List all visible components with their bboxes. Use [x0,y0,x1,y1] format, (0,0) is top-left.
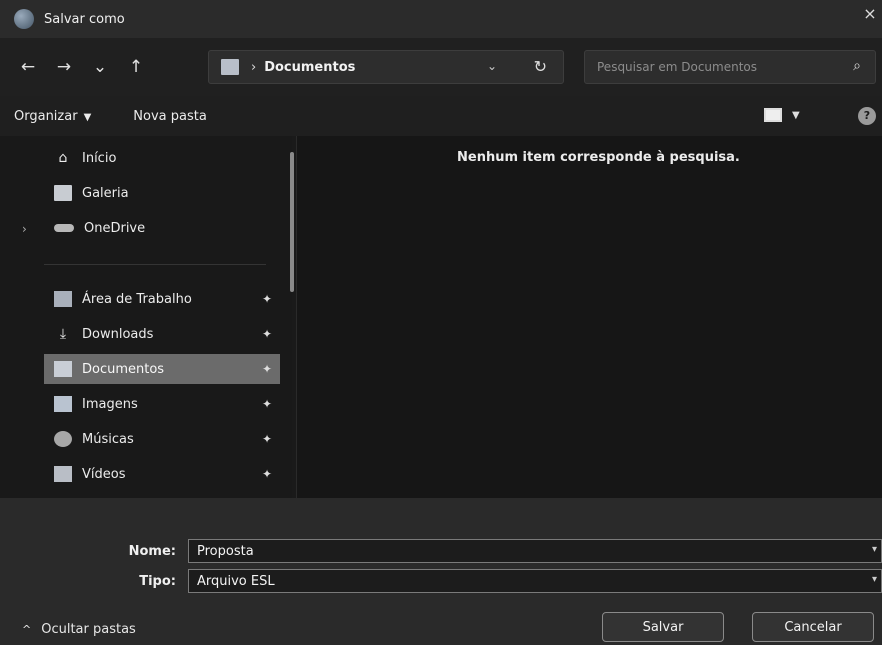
save-as-dialog: Salvar como × ← → ⌄ ↑ › Documentos ⌄ ↻ ⌕… [0,0,882,645]
video-icon [54,466,72,482]
chevron-down-icon: ▼ [792,109,800,121]
file-type-row: Tipo: Arquivo ESL ▾ [0,568,882,594]
sidebar-item-label: Área de Trabalho [82,291,192,307]
file-name-label: Nome: [128,543,176,559]
cloud-icon [54,224,74,232]
gallery-icon [54,185,72,201]
sidebar-item-label: Imagens [82,396,138,412]
sidebar-item-downloads[interactable]: ⤓ Downloads ✦ [44,319,280,349]
pin-icon[interactable]: ✦ [262,397,272,411]
desktop-icon [54,291,72,307]
chevron-down-icon[interactable]: ⌄ [487,59,497,73]
sidebar-item-home[interactable]: ⌂ Início [44,143,280,173]
organize-label: Organizar [14,108,78,124]
empty-state-message: Nenhum item corresponde à pesquisa. [457,150,740,165]
search-input[interactable] [597,60,833,74]
organize-button[interactable]: Organizar ▼ [0,109,105,124]
save-button[interactable]: Salvar [602,612,724,642]
navigation-bar: ← → ⌄ ↑ › Documentos ⌄ ↻ ⌕ [0,38,882,96]
sidebar-separator [44,264,266,265]
back-icon[interactable]: ← [10,50,46,84]
view-options-button[interactable]: ▼ [764,108,800,122]
breadcrumb-documents[interactable]: Documentos [264,60,355,75]
recent-locations-icon[interactable]: ⌄ [82,50,118,84]
folder-icon [221,59,239,75]
sidebar-item-label: Vídeos [82,466,126,482]
expand-onedrive-icon[interactable]: › [22,222,27,236]
sidebar-item-videos[interactable]: Vídeos ✦ [44,459,280,489]
sidebar-item-desktop[interactable]: Área de Trabalho ✦ [44,284,280,314]
sidebar-item-onedrive[interactable]: OneDrive [44,213,280,243]
download-icon: ⤓ [59,326,67,342]
app-icon [14,9,34,29]
pin-icon[interactable]: ✦ [262,432,272,446]
file-list[interactable]: Nenhum item corresponde à pesquisa. [297,136,882,498]
new-folder-button[interactable]: Nova pasta [119,109,221,124]
save-options-panel: Nome: ▾ Tipo: Arquivo ESL ▾ ^ Ocultar pa… [0,498,882,645]
forward-icon[interactable]: → [46,50,82,84]
help-icon[interactable]: ? [858,107,876,125]
documents-icon [54,361,72,377]
file-type-select[interactable]: Arquivo ESL ▾ [188,569,882,593]
file-name-input[interactable] [197,543,837,559]
pin-icon[interactable]: ✦ [262,292,272,306]
pin-icon[interactable]: ✦ [262,327,272,341]
file-type-label: Tipo: [139,573,176,589]
pin-icon[interactable]: ✦ [262,362,272,376]
sidebar-item-label: Documentos [82,361,165,377]
sidebar-item-label: Galeria [82,185,129,201]
file-name-combobox[interactable]: ▾ [188,539,882,563]
sidebar-item-gallery[interactable]: Galeria [44,178,280,208]
sidebar-item-images[interactable]: Imagens ✦ [44,389,280,419]
search-box[interactable]: ⌕ [584,50,876,84]
chevron-down-icon[interactable]: ▾ [872,544,877,555]
sidebar-item-label: Início [82,150,117,166]
cancel-button[interactable]: Cancelar [752,612,874,642]
address-bar[interactable]: › Documentos ⌄ ↻ [208,50,564,84]
sidebar-item-documents[interactable]: Documentos ✦ [44,354,280,384]
title-bar: Salvar como × [0,0,882,38]
view-icon [764,108,782,122]
home-icon: ⌂ [58,150,68,166]
window-title: Salvar como [44,11,125,27]
sidebar-item-label: OneDrive [84,220,146,236]
hide-folders-label: Ocultar pastas [41,622,136,637]
up-icon[interactable]: ↑ [118,50,154,84]
chevron-down-icon: ▼ [83,111,92,123]
sidebar-item-label: Músicas [82,431,134,447]
music-icon [54,431,72,447]
chevron-down-icon[interactable]: ▾ [872,574,877,585]
file-name-row: Nome: ▾ [0,538,882,564]
sidebar-item-music[interactable]: Músicas ✦ [44,424,280,454]
sidebar-item-label: Downloads [82,326,154,342]
breadcrumb-separator-icon: › [251,59,257,75]
command-bar: Organizar ▼ Nova pasta ▼ ? [0,96,882,136]
pin-icon[interactable]: ✦ [262,467,272,481]
chevron-up-icon: ^ [22,623,32,636]
search-icon[interactable]: ⌕ [853,58,861,74]
hide-folders-button[interactable]: ^ Ocultar pastas [22,622,136,637]
sidebar-scrollbar[interactable] [290,152,294,292]
file-type-value: Arquivo ESL [197,573,275,589]
refresh-icon[interactable]: ↻ [534,57,547,76]
close-icon[interactable]: × [860,4,880,23]
images-icon [54,396,72,412]
